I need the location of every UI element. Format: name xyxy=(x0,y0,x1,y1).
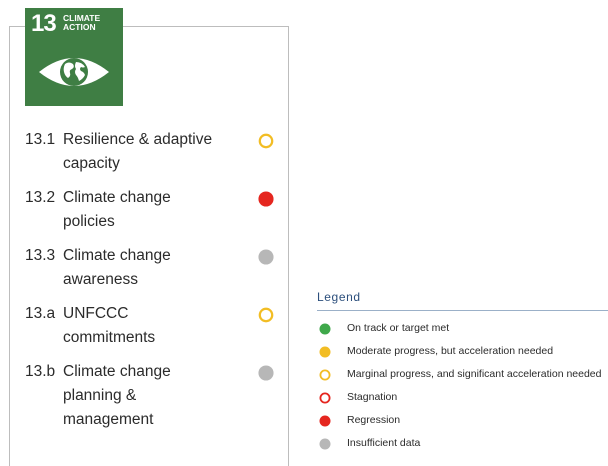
target-code: 13.2 xyxy=(25,189,56,206)
legend-label: On track or target met xyxy=(347,322,450,334)
sdg-13-tile: 13 CLIMATE ACTION xyxy=(25,8,123,106)
target-label: Climate change planning & management xyxy=(63,363,171,428)
legend-item: Regression xyxy=(317,413,608,436)
legend-label: Stagnation xyxy=(347,391,398,403)
legend-label: Moderate progress, but acceleration need… xyxy=(347,345,554,357)
legend-divider xyxy=(317,310,608,311)
eye-globe-icon xyxy=(39,58,109,86)
legend-item: Stagnation xyxy=(317,390,608,413)
target-label: Resilience & adaptive capacity xyxy=(63,131,213,172)
legend: Legend On track or target met Moderate pr… xyxy=(317,290,608,459)
status-regression-icon xyxy=(258,191,274,207)
target-label: UNFCCC commitments xyxy=(63,305,156,346)
goal-title-line2: ACTION xyxy=(63,22,96,32)
target-label: Climate change policies xyxy=(63,189,171,230)
status-marginal-icon xyxy=(258,133,274,149)
legend-label: Regression xyxy=(347,414,401,426)
legend-label: Marginal progress, and significant accel… xyxy=(347,368,602,380)
legend-marker-icon xyxy=(319,369,331,381)
target-code: 13.1 xyxy=(25,131,56,148)
target-code: 13.b xyxy=(25,363,56,380)
goal-title: CLIMATE ACTION xyxy=(63,14,119,32)
legend-item: On track or target met xyxy=(317,321,608,344)
legend-items: On track or target met Moderate progress,… xyxy=(317,321,608,459)
goal-number: 13 xyxy=(31,10,57,37)
legend-marker-icon xyxy=(319,346,331,358)
legend-item: Moderate progress, but acceleration need… xyxy=(317,344,608,367)
target-code: 13.a xyxy=(25,305,56,322)
legend-item: Marginal progress, and significant accel… xyxy=(317,367,608,390)
legend-marker-icon xyxy=(319,415,331,427)
target-code: 13.3 xyxy=(25,247,56,264)
status-insufficient-icon xyxy=(258,249,274,265)
legend-marker-icon xyxy=(319,392,331,404)
status-marginal-icon xyxy=(258,307,274,323)
legend-label: Insufficient data xyxy=(347,437,421,449)
target-label: Climate change awareness xyxy=(63,247,171,288)
legend-marker-icon xyxy=(319,438,331,450)
status-insufficient-icon xyxy=(258,365,274,381)
legend-marker-icon xyxy=(319,323,331,335)
legend-title: Legend xyxy=(317,290,361,304)
